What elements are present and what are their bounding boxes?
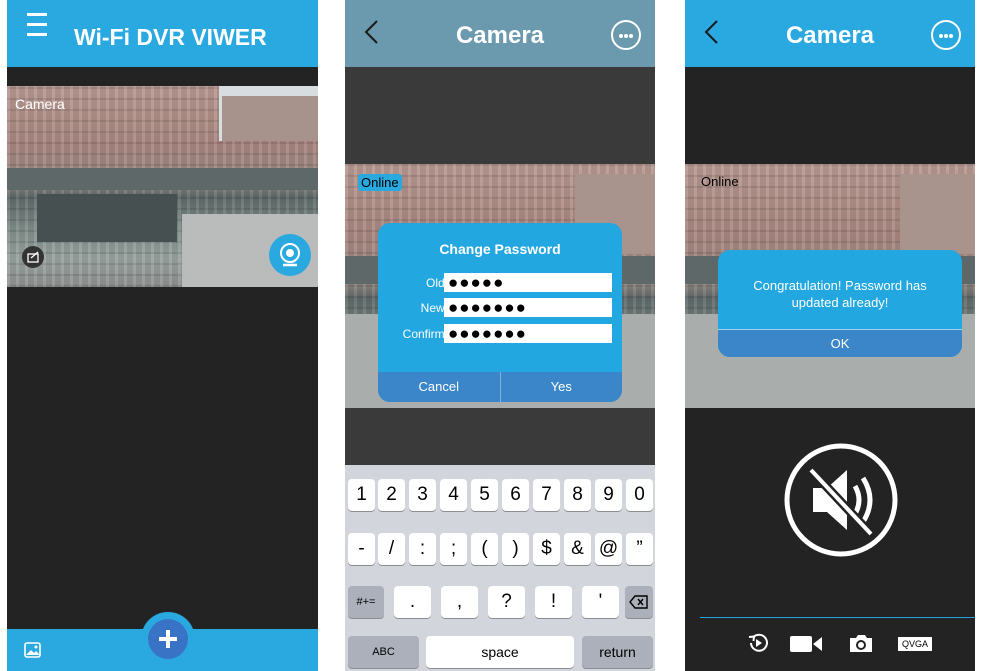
backspace-icon [629,595,648,609]
abc-key[interactable]: ABC [348,636,419,668]
key[interactable]: - [348,533,375,565]
more-icon[interactable] [931,20,961,50]
toolbar-divider [700,617,975,618]
space-key[interactable]: space [426,636,574,668]
key[interactable]: : [409,533,436,565]
more-icon[interactable] [611,20,641,50]
add-icon [148,619,188,659]
key[interactable]: 3 [409,479,436,511]
key[interactable]: ” [626,533,653,565]
new-password-field[interactable]: ●●●●●●● [444,298,612,317]
status-label: Online [701,174,739,189]
webcam-icon[interactable] [269,234,311,276]
key[interactable]: 0 [626,479,653,511]
key[interactable]: ( [471,533,498,565]
old-password-row: Old: ●●●●● [378,273,622,293]
app-header: Wi-Fi DVR VIWER [7,0,318,67]
quality-button[interactable]: QVGA [898,637,932,651]
key[interactable]: 6 [502,479,529,511]
key[interactable]: ; [440,533,467,565]
key[interactable]: 8 [564,479,591,511]
camera-screen: Camera Online Congratulation! Password h… [685,0,975,671]
camera-thumbnail[interactable]: Camera [7,86,318,287]
success-alert: Congratulation! Password has updated alr… [718,250,962,357]
alert-message: Congratulation! Password has updated alr… [753,278,927,310]
keyboard: 1 2 3 4 5 6 7 8 9 0 - / : ; ( ) $ & @ ” … [345,465,655,671]
mute-speaker-icon[interactable] [783,442,899,558]
key[interactable]: / [378,533,405,565]
camera-label: Camera [15,96,65,112]
key[interactable]: ! [535,586,572,618]
dialog-title: Change Password [439,241,561,257]
key[interactable]: 7 [533,479,560,511]
yes-button[interactable]: Yes [501,372,623,402]
app-title: Wi-Fi DVR VIWER [74,24,267,50]
key[interactable]: 4 [440,479,467,511]
add-camera-button[interactable] [141,612,195,666]
dialog-buttons: Cancel Yes [378,372,622,402]
ok-button[interactable]: OK [718,329,962,357]
confirm-password-label: Confirm: [402,327,448,341]
key[interactable]: 9 [595,479,622,511]
export-icon[interactable] [22,246,44,268]
record-video-icon[interactable] [789,634,823,654]
key[interactable]: @ [595,533,622,565]
snapshot-camera-icon[interactable] [848,632,874,654]
key[interactable]: ? [488,586,525,618]
confirm-password-field[interactable]: ●●●●●●● [444,324,612,343]
old-password-label: Old: [425,276,448,290]
key[interactable]: 5 [471,479,498,511]
symbols-key[interactable]: #+= [348,586,384,618]
menu-icon[interactable] [27,13,47,39]
key[interactable]: , [441,586,478,618]
home-screen: Wi-Fi DVR VIWER Camera [7,0,318,671]
return-key[interactable]: return [582,636,653,668]
nav-title: Camera [455,22,545,49]
status-badge: Online [358,174,402,191]
gallery-icon[interactable] [23,640,43,660]
backspace-key[interactable] [625,586,653,618]
change-password-screen: Camera Online Change Password Old: ●●●●●… [345,0,655,671]
cancel-button[interactable]: Cancel [378,372,501,402]
new-password-label: New: [420,301,448,315]
key[interactable]: . [394,586,431,618]
key[interactable]: ' [582,586,619,618]
new-password-row: New: ●●●●●●● [378,298,622,318]
key[interactable]: $ [533,533,560,565]
confirm-password-row: Confirm: ●●●●●●● [378,324,622,344]
nav-bar: Camera [345,0,655,67]
change-password-dialog: Change Password Old: ●●●●● New: ●●●●●●● … [378,223,622,402]
playback-icon[interactable] [747,632,769,654]
old-password-field[interactable]: ●●●●● [444,273,612,292]
key[interactable]: ) [502,533,529,565]
key[interactable]: & [564,533,591,565]
key[interactable]: 2 [378,479,405,511]
nav-bar: Camera [685,0,975,67]
key[interactable]: 1 [348,479,375,511]
